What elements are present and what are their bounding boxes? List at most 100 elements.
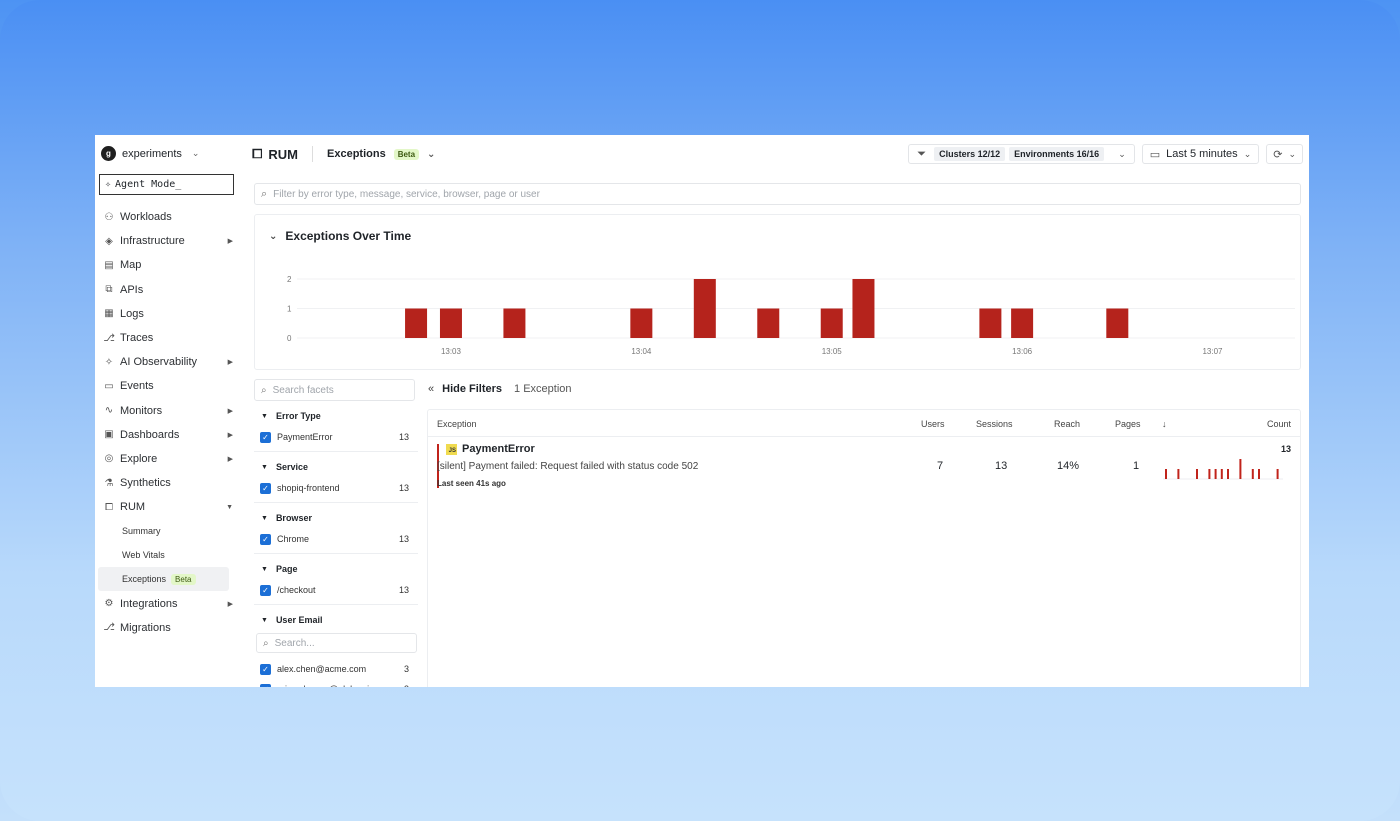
chart-header[interactable]: ⌄ Exceptions Over Time — [269, 229, 411, 243]
col-exception[interactable]: Exception — [437, 419, 477, 429]
sidebar-subitem-summary[interactable]: Summary — [95, 519, 242, 543]
chevron-down-icon: ⌄ — [1243, 148, 1252, 159]
sidebar-item-label: AI Observability — [120, 356, 198, 369]
search-icon: ⌕ — [261, 187, 268, 200]
sidebar-subitem-exceptions[interactable]: Exceptions Beta — [98, 567, 229, 592]
sidebar-item-traces[interactable]: ⎇ Traces — [95, 326, 242, 350]
caret-right-icon[interactable]: ▶ — [228, 431, 233, 439]
sidebar-item-explore[interactable]: ◎ Explore ▶ — [95, 447, 242, 471]
agent-mode-label: Agent Mode_ — [115, 179, 182, 190]
sidebar-item-ai-observability[interactable]: ✧ AI Observability ▶ — [95, 350, 242, 374]
sidebar-nav: ⚇ Workloads ◈ Infrastructure ▶ ▤ Map ⧉ APIs ▦ Logs… — [95, 205, 242, 640]
chart-bar[interactable] — [405, 308, 428, 339]
sidebar-subitem-label: Summary — [122, 526, 161, 537]
refresh-button[interactable]: ⟳ ⌄ — [1266, 144, 1303, 164]
beta-badge: Beta — [393, 148, 420, 160]
caret-right-icon[interactable]: ▶ — [228, 407, 233, 415]
infrastructure-icon: ◈ — [105, 235, 113, 247]
agent-mode-button[interactable]: ✧ Agent Mode_ — [99, 174, 234, 195]
checkbox-checked-icon[interactable]: ✓ — [260, 533, 271, 545]
chart-bar[interactable] — [852, 279, 875, 338]
facet-value-label: /checkout — [277, 585, 316, 595]
exception-name[interactable]: PaymentError — [462, 443, 535, 455]
environments-chip[interactable]: Environments 16/16 — [1009, 147, 1105, 161]
sidebar-item-infrastructure[interactable]: ◈ Infrastructure ▶ — [95, 229, 242, 253]
checkbox-checked-icon[interactable]: ✓ — [260, 482, 271, 494]
facet-value-row[interactable]: ✓ priya.sharma@globex.io 3 — [254, 679, 418, 687]
caret-right-icon[interactable]: ▶ — [228, 237, 233, 245]
chart-bar[interactable] — [630, 308, 653, 339]
col-users[interactable]: Users — [921, 419, 945, 429]
facet-header[interactable]: ▼ Service — [254, 456, 418, 478]
checkbox-checked-icon[interactable]: ✓ — [260, 584, 271, 596]
facet-value-count: 13 — [398, 432, 409, 442]
chart-bar[interactable] — [503, 308, 526, 339]
chevron-down-icon: ⌄ — [1288, 148, 1296, 159]
facet-value-row[interactable]: ✓ alex.chen@acme.com 3 — [254, 659, 418, 679]
facet-value-search-input[interactable]: ⌕ Search... — [256, 633, 417, 653]
caret-right-icon[interactable]: ▶ — [228, 455, 233, 463]
table-row[interactable]: JS PaymentError [silent] Payment failed:… — [428, 437, 1300, 492]
ai-observability-icon: ✧ — [104, 356, 114, 368]
caret-down-icon[interactable]: ▼ — [226, 504, 233, 511]
sidebar-item-logs[interactable]: ▦ Logs — [95, 302, 242, 326]
chart-bar[interactable] — [820, 308, 843, 339]
checkbox-checked-icon[interactable]: ✓ — [260, 663, 271, 675]
sidebar-item-integrations[interactable]: ⚙ Integrations ▶ — [95, 591, 242, 615]
x-tick-label: 13:07 — [1202, 347, 1223, 356]
col-pages[interactable]: Pages — [1115, 419, 1141, 429]
facet-header[interactable]: ▼ Error Type — [254, 405, 418, 427]
sidebar-item-dashboards[interactable]: ▣ Dashboards ▶ — [95, 423, 242, 447]
sidebar: g experiments ⌄ ✧ Agent Mode_ ⚇ Workloads… — [95, 135, 242, 687]
facet-value-row[interactable]: ✓ shopiq-frontend 13 — [254, 478, 418, 498]
sidebar-item-apis[interactable]: ⧉ APIs — [95, 278, 242, 302]
chart-bar[interactable] — [1011, 308, 1034, 339]
facet-value-row[interactable]: ✓ /checkout 13 — [254, 580, 418, 600]
facet-value-row[interactable]: ✓ PaymentError 13 — [254, 427, 418, 447]
search-input[interactable]: ⌕ Filter by error type, message, service… — [254, 183, 1301, 205]
chevrons-left-icon[interactable]: « — [428, 383, 434, 395]
caret-right-icon[interactable]: ▶ — [228, 600, 233, 608]
chart-bar[interactable] — [439, 308, 462, 339]
checkbox-checked-icon[interactable]: ✓ — [260, 431, 271, 443]
facet-header[interactable]: ▼ Page — [254, 558, 418, 580]
chart-bar[interactable] — [757, 308, 780, 339]
chart-bar[interactable] — [979, 308, 1002, 339]
facet-header[interactable]: ▼ Browser — [254, 507, 418, 529]
checkbox-checked-icon[interactable]: ✓ — [260, 683, 271, 687]
sidebar-item-migrations[interactable]: ⎇ Migrations — [95, 616, 242, 640]
sidebar-item-label: Synthetics — [120, 477, 171, 490]
facet-title: Browser — [275, 513, 312, 523]
sidebar-subitem-web-vitals[interactable]: Web Vitals — [95, 543, 242, 567]
facet-header[interactable]: ▼ User Email — [254, 609, 418, 631]
facet-value-row[interactable]: ✓ Chrome 13 — [254, 529, 418, 549]
col-sessions[interactable]: Sessions — [976, 419, 1013, 429]
sort-arrow-icon[interactable]: ↓ — [1162, 419, 1167, 429]
col-reach[interactable]: Reach — [1054, 419, 1080, 429]
col-count[interactable]: Count — [1267, 419, 1291, 429]
app-window: g experiments ⌄ ✧ Agent Mode_ ⚇ Workloads… — [95, 135, 1309, 687]
chevron-down-icon: ⌄ — [269, 230, 278, 242]
page-selector[interactable]: Exceptions Beta ⌄ — [327, 148, 435, 160]
synthetics-icon: ⚗ — [104, 477, 114, 489]
chart-bar[interactable] — [1106, 308, 1129, 339]
chart-title: Exceptions Over Time — [285, 229, 412, 243]
sidebar-item-label: Explore — [120, 452, 158, 465]
org-switcher[interactable]: g experiments ⌄ — [101, 146, 199, 161]
sidebar-item-synthetics[interactable]: ⚗ Synthetics — [95, 471, 242, 495]
sparkline-bar — [1276, 469, 1279, 479]
hide-filters-button[interactable]: Hide Filters — [442, 383, 502, 395]
sidebar-item-rum[interactable]: ⧠ RUM ▼ — [95, 495, 242, 519]
facet-title: Service — [275, 462, 308, 472]
scope-filter[interactable]: ⏷ Clusters 12/12 Environments 16/16 ⌄ — [908, 144, 1135, 164]
caret-right-icon[interactable]: ▶ — [228, 358, 233, 366]
facet-search-input[interactable]: ⌕ Search facets — [254, 379, 415, 401]
chart-bar[interactable] — [693, 279, 716, 338]
sidebar-item-events[interactable]: ▭ Events — [95, 374, 242, 398]
sidebar-item-map[interactable]: ▤ Map — [95, 253, 242, 277]
time-range-picker[interactable]: ▭ Last 5 minutes ⌄ — [1141, 144, 1260, 164]
sidebar-item-monitors[interactable]: ∿ Monitors ▶ — [95, 399, 242, 423]
clusters-chip[interactable]: Clusters 12/12 — [934, 147, 1006, 161]
facet-group: ▼ Service ✓ shopiq-frontend 13 — [254, 456, 418, 503]
sidebar-item-workloads[interactable]: ⚇ Workloads — [95, 205, 242, 229]
